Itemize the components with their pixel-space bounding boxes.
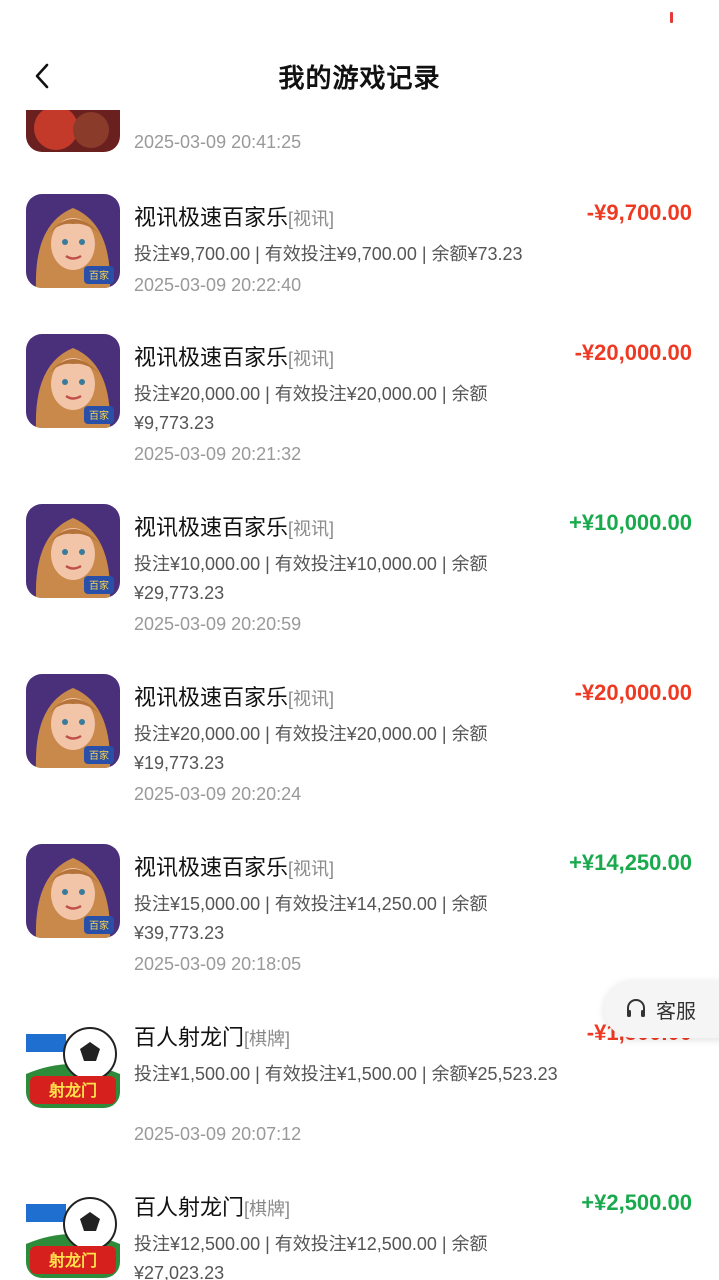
svg-text:射龙门: 射龙门 — [48, 1251, 97, 1270]
game-thumbnail: 百家 — [26, 504, 120, 598]
game-thumbnail: 射龙门 — [26, 1014, 120, 1108]
game-title: 视讯极速百家乐[视讯] — [134, 515, 335, 540]
record-detail: 投注¥12,500.00 | 有效投注¥12,500.00 | 余额¥27,02… — [134, 1234, 488, 1280]
record-time: 2025-03-09 20:07:12 — [134, 1124, 302, 1144]
baccarat-game-icon: 百家 — [26, 334, 120, 428]
baccarat-game-icon: 百家 — [26, 194, 120, 288]
record-amount: +¥2,500.00 — [581, 1190, 692, 1215]
record-detail: 投注¥15,000.00 | 有效投注¥14,250.00 | 余额¥39,77… — [134, 894, 488, 943]
svg-text:百家: 百家 — [89, 269, 109, 282]
record-amount: +¥10,000.00 — [569, 510, 692, 535]
game-thumbnail — [26, 110, 120, 152]
record-detail: 投注¥10,000.00 | 有效投注¥10,000.00 | 余额¥29,77… — [134, 554, 488, 603]
dragon-gate-game-icon: 射龙门 — [26, 1184, 120, 1278]
game-title: 视讯极速百家乐[视讯] — [134, 205, 335, 230]
headset-icon — [624, 997, 648, 1021]
game-thumbnail: 百家 — [26, 674, 120, 768]
baccarat-game-icon: 百家 — [26, 504, 120, 598]
game-thumbnail: 百家 — [26, 334, 120, 428]
status-indicator — [670, 12, 673, 23]
record-time: 2025-03-09 20:20:24 — [134, 784, 302, 804]
game-title: 视讯极速百家乐[视讯] — [134, 855, 335, 880]
record-amount: -¥20,000.00 — [574, 680, 692, 705]
record-detail: 投注¥9,700.00 | 有效投注¥9,700.00 | 余额¥73.23 — [134, 244, 523, 264]
page-header: 我的游戏记录 — [0, 40, 719, 110]
svg-text:百家: 百家 — [89, 579, 109, 592]
record-amount: +¥14,250.00 — [569, 850, 692, 875]
record-amount: -¥9,700.00 — [586, 200, 692, 225]
record-time: 2025-03-09 20:41:25 — [134, 132, 302, 152]
game-thumbnail: 百家 — [26, 844, 120, 938]
record-detail: 投注¥1,500.00 | 有效投注¥1,500.00 | 余额¥25,523.… — [134, 1064, 558, 1084]
baccarat-game-icon: 百家 — [26, 674, 120, 768]
game-title: 百人射龙门[棋牌] — [134, 1025, 291, 1050]
svg-text:百家: 百家 — [89, 409, 109, 422]
dragon-gate-game-icon: 射龙门 — [26, 1014, 120, 1108]
record-list[interactable]: 2025-03-09 20:41:25 百家 视讯极速百家乐[视讯] -¥9,7… — [0, 110, 719, 1280]
record-detail: 投注¥20,000.00 | 有效投注¥20,000.00 | 余额¥19,77… — [134, 724, 488, 773]
svg-text:百家: 百家 — [89, 919, 109, 932]
record-detail: 投注¥20,000.00 | 有效投注¥20,000.00 | 余额¥9,773… — [134, 384, 488, 433]
customer-service-button[interactable]: 客服 — [604, 980, 719, 1038]
game-title: 百人射龙门[棋牌] — [134, 1195, 291, 1220]
record-time: 2025-03-09 20:18:05 — [134, 954, 302, 974]
svg-text:百家: 百家 — [89, 749, 109, 762]
page-title: 我的游戏记录 — [278, 63, 441, 93]
game-thumbnail: 射龙门 — [26, 1184, 120, 1278]
slot-game-icon — [26, 110, 120, 152]
record-time: 2025-03-09 20:20:59 — [134, 614, 302, 634]
record-amount: -¥20,000.00 — [574, 340, 692, 365]
customer-service-label: 客服 — [656, 1000, 696, 1023]
game-title: 视讯极速百家乐[视讯] — [134, 345, 335, 370]
baccarat-game-icon: 百家 — [26, 844, 120, 938]
record-time: 2025-03-09 20:22:40 — [134, 275, 302, 295]
game-thumbnail: 百家 — [26, 194, 120, 288]
game-title: 视讯极速百家乐[视讯] — [134, 685, 335, 710]
svg-text:射龙门: 射龙门 — [48, 1081, 97, 1100]
record-time: 2025-03-09 20:21:32 — [134, 444, 302, 464]
